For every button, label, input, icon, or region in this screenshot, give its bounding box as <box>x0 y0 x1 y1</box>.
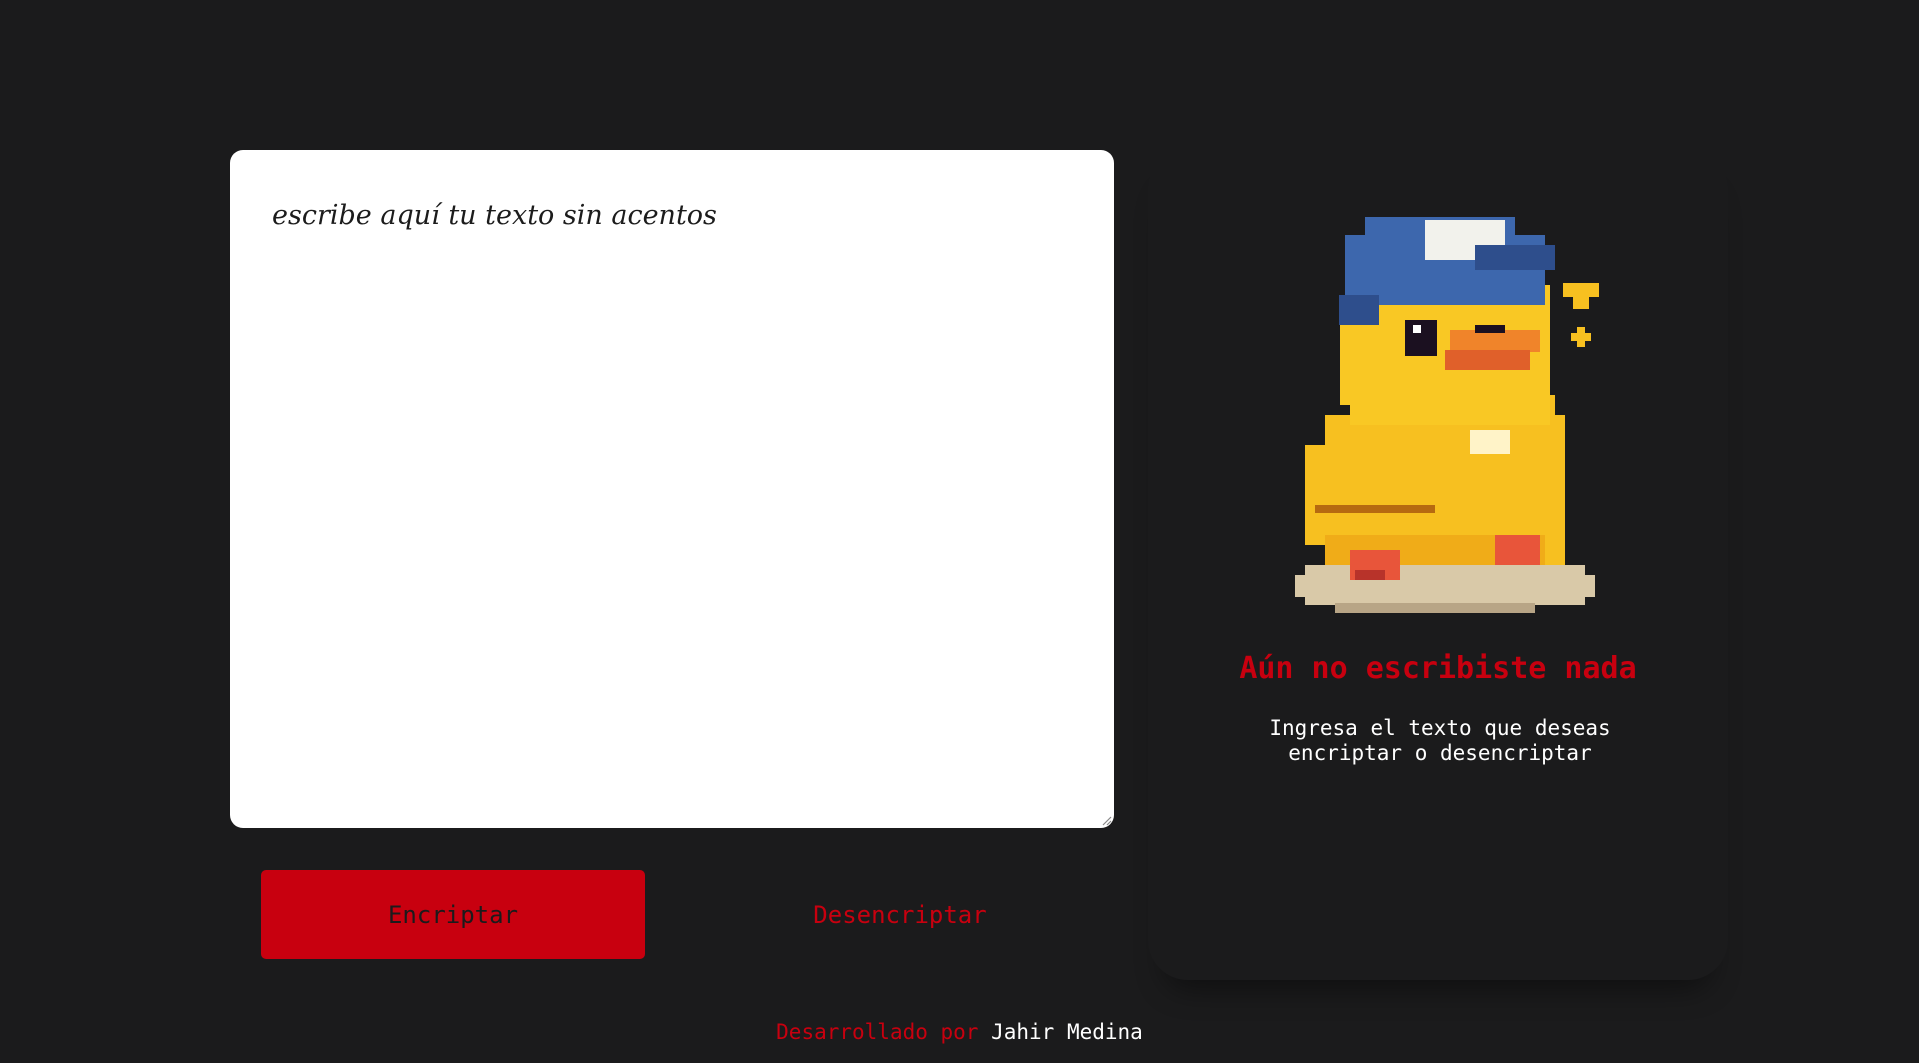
output-message: Ingresa el texto que deseas encriptar o … <box>1269 716 1611 765</box>
pixel-duck-with-cap-icon <box>1295 217 1599 613</box>
text-input[interactable] <box>230 150 1114 828</box>
encrypt-button[interactable]: Encriptar <box>261 870 645 959</box>
output-title: Aún no escribiste nada <box>1239 651 1637 686</box>
text-editor-card <box>230 150 1114 828</box>
footer-prefix: Desarrollado por <box>776 1020 979 1044</box>
footer-credits: Desarrollado por Jahir Medina <box>0 1020 1919 1044</box>
resize-handle-icon[interactable] <box>1100 814 1112 826</box>
footer-author: Jahir Medina <box>991 1020 1143 1044</box>
decrypt-button[interactable]: Desencriptar <box>700 870 1100 959</box>
